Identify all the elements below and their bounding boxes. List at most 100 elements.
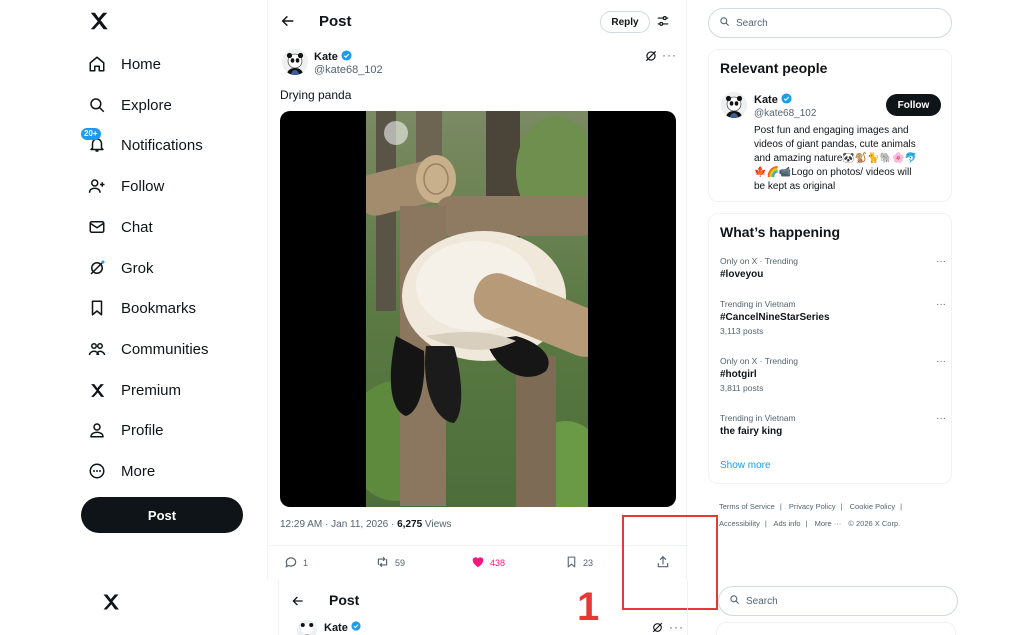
more-options-icon[interactable]: ···	[669, 620, 684, 634]
post-button[interactable]: Post	[81, 497, 243, 533]
verified-badge-icon	[351, 621, 361, 634]
sidebar-item-communities[interactable]: Communities	[86, 334, 209, 364]
avatar[interactable]	[297, 620, 317, 635]
grok-icon[interactable]	[651, 621, 664, 635]
sidebar-item-chat[interactable]: Chat	[86, 212, 153, 242]
footer-accessibility-link[interactable]: Accessibility	[719, 519, 760, 528]
sidebar-item-label: Communities	[121, 340, 209, 358]
views-label: Views	[422, 519, 452, 530]
home-icon	[86, 53, 108, 75]
show-more-link[interactable]: Show more	[720, 460, 771, 471]
footer-separator: |	[764, 519, 767, 528]
reply-icon	[284, 555, 298, 571]
more-options-icon[interactable]: ···	[936, 356, 946, 367]
sidebar-item-premium[interactable]: Premium	[86, 375, 181, 405]
sidebar-item-follow[interactable]: Follow	[86, 171, 164, 201]
bio-line: be kept as original	[754, 181, 836, 192]
trend-context: Trending in Vietnam	[720, 413, 796, 423]
more-options-icon[interactable]: ···	[936, 256, 946, 267]
relevant-people-card: Relevant people Kate @kate68_102 Follow …	[708, 49, 952, 202]
trend-context: Only on X · Trending	[720, 256, 798, 266]
bio-line: and amazing nature🐼🐒🐈🐘🌸🐬	[754, 153, 918, 164]
search-input[interactable]: Search	[718, 586, 958, 616]
sidebar-item-notifications[interactable]: 20+ Notifications	[81, 128, 203, 160]
footer-privacy-link[interactable]: Privacy Policy	[789, 502, 836, 511]
back-arrow-icon[interactable]	[291, 594, 305, 613]
footer-separator: |	[779, 502, 782, 511]
x-logo-icon[interactable]	[101, 592, 121, 612]
avatar[interactable]	[721, 92, 747, 118]
footer-ads-link[interactable]: Ads info	[773, 519, 800, 528]
bookmark-action[interactable]: 23	[565, 555, 593, 571]
sidebar-item-label: Explore	[121, 96, 172, 114]
sidebar-item-label: Chat	[121, 218, 153, 236]
trend-post-count: 3,811 posts	[720, 383, 764, 393]
trend-item[interactable]: Trending in Vietnam #CancelNineStarSerie…	[720, 299, 946, 336]
reply-button[interactable]: Reply	[600, 11, 650, 33]
follow-button[interactable]: Follow	[886, 94, 941, 116]
bookmark-icon	[86, 297, 108, 319]
trend-item[interactable]: Trending in Vietnam the fairy king ···	[720, 413, 946, 437]
more-options-icon[interactable]: ···	[936, 299, 946, 310]
search-placeholder: Search	[736, 17, 768, 29]
post-media[interactable]	[280, 111, 676, 507]
repost-icon	[375, 555, 390, 571]
grok-icon[interactable]	[644, 49, 658, 63]
author-name[interactable]: Kate	[324, 621, 361, 634]
person-icon	[86, 419, 108, 441]
bio-line: Post fun and engaging images and	[754, 125, 909, 136]
repost-action[interactable]: 59	[375, 555, 405, 571]
grok-icon	[86, 257, 108, 279]
footer-copyright: © 2026 X Corp.	[848, 519, 901, 528]
sidebar-item-label: Follow	[121, 177, 165, 195]
avatar[interactable]	[282, 49, 308, 75]
verified-badge-icon	[341, 50, 352, 64]
relevant-name-text: Kate	[754, 94, 778, 106]
like-action[interactable]: 438	[471, 555, 505, 571]
footer-cookie-link[interactable]: Cookie Policy	[850, 502, 895, 511]
post-timestamp-views: 12:29 AM · Jan 11, 2026 · 6,275 Views	[280, 519, 451, 530]
trend-item[interactable]: Only on X · Trending #hotgirl 3,811 post…	[720, 356, 946, 393]
sidebar-item-label: Home	[121, 55, 162, 73]
sidebar-item-profile[interactable]: Profile	[86, 415, 164, 445]
sidebar-item-home[interactable]: Home	[86, 49, 161, 79]
search-input[interactable]: Search	[708, 8, 952, 38]
post-time: 12:29 AM · Jan 11, 2026 ·	[280, 519, 398, 530]
repost-count: 59	[395, 558, 406, 568]
more-circle-icon	[86, 460, 108, 482]
settings-sliders-icon[interactable]	[656, 14, 670, 28]
whats-happening-title: What’s happening	[720, 224, 841, 240]
bio-line: videos of giant pandas, cute animals	[754, 139, 916, 150]
bookmark-count: 23	[583, 558, 594, 568]
page-title: Post	[329, 592, 360, 608]
footer-terms-link[interactable]: Terms of Service	[719, 502, 775, 511]
more-options-icon[interactable]: ···	[936, 413, 946, 424]
sidebar-item-label: Profile	[121, 421, 164, 439]
sidebar-item-label: Bookmarks	[121, 299, 197, 317]
relevant-person-name[interactable]: Kate	[754, 93, 792, 107]
sidebar-item-grok[interactable]: Grok	[86, 253, 154, 283]
search-icon	[86, 94, 108, 116]
reply-count: 1	[303, 558, 309, 568]
footer-more-link[interactable]: More ···	[815, 519, 842, 528]
sidebar-item-explore[interactable]: Explore	[86, 90, 172, 120]
back-arrow-icon[interactable]	[280, 13, 296, 29]
trend-name: #hotgirl	[720, 369, 757, 380]
footer-separator: |	[805, 519, 808, 528]
like-count: 438	[490, 558, 506, 568]
x-logo-icon[interactable]	[88, 10, 112, 34]
relevant-people-title: Relevant people	[720, 60, 828, 76]
footer-separator: |	[900, 502, 903, 511]
footer-separator: |	[840, 502, 843, 511]
relevant-person-handle[interactable]: @kate68_102	[754, 108, 816, 119]
reply-action[interactable]: 1	[284, 555, 308, 571]
sidebar-item-more[interactable]: More	[86, 456, 155, 486]
sidebar-item-bookmarks[interactable]: Bookmarks	[86, 293, 196, 323]
trend-item[interactable]: Only on X · Trending #loveyou ···	[720, 256, 946, 280]
search-placeholder: Search	[746, 595, 778, 607]
trend-post-count: 3,113 posts	[720, 326, 764, 336]
more-options-icon[interactable]: ···	[662, 48, 677, 62]
author-name[interactable]: Kate	[314, 50, 352, 64]
author-handle[interactable]: @kate68_102	[314, 64, 383, 76]
author-name-text: Kate	[314, 51, 338, 63]
